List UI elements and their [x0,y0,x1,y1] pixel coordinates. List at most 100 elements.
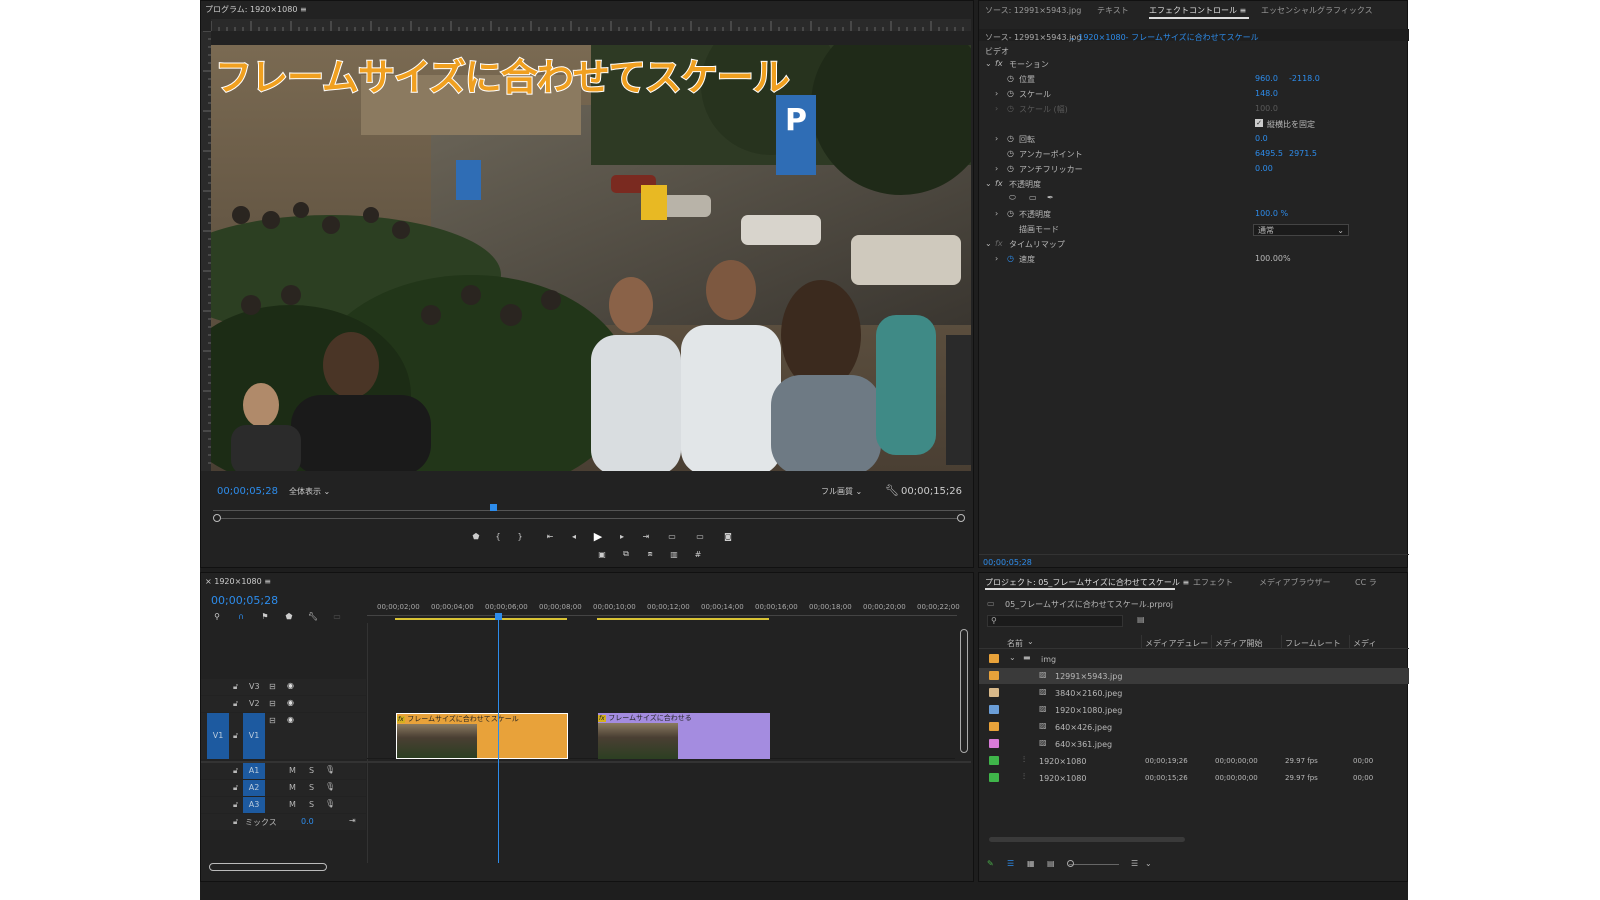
fit-dropdown[interactable]: 全体表示 ⌄ [289,486,330,497]
zoom-slider[interactable] [1069,864,1119,865]
stopwatch-icon[interactable]: ◷ [1007,164,1014,173]
timeline-ruler[interactable]: 00;00;02;00 00;00;04;00 00;00;06;00 00;00;0… [367,601,960,623]
mix-volume-value[interactable]: 0.0 [301,817,314,826]
chevron-down-icon[interactable]: ⌄ [1145,859,1152,868]
stopwatch-icon[interactable]: ◷ [1007,149,1014,158]
list-item[interactable]: ▨ 12991×5943.jpg [979,668,1409,684]
mini-timeline[interactable] [213,504,965,522]
clip-fit-to-frame[interactable]: fx フレームサイズに合わせる [598,713,770,759]
stopwatch-icon[interactable]: ◷ [1007,74,1014,83]
track-target-a1[interactable]: A1 [243,763,265,779]
label-color[interactable] [989,722,999,731]
position-y-value[interactable]: -2118.0 [1289,74,1320,83]
ellipse-mask-icon[interactable]: ⬭ [1009,193,1016,203]
sequence-item[interactable]: ⫶ 1920×1080 00;00;15;26 00;00;00;00 29.97 fp… [979,770,1409,786]
step-forward-icon[interactable]: ▸ [615,529,629,543]
timeline-tab[interactable]: × 1920×1080 ≡ [205,577,271,586]
lock-icon[interactable]: 🔓︎ [233,682,238,692]
mute-button[interactable]: M [289,783,296,792]
label-color[interactable] [989,773,999,782]
mini-playhead[interactable] [490,504,497,511]
in-point-icon[interactable]: { [491,529,505,543]
eye-icon[interactable]: ◉ [287,698,294,707]
sort-chevron-icon[interactable]: ⌄ [1027,637,1034,646]
label-color[interactable] [989,705,999,714]
column-media-start[interactable]: メディア開始 [1215,638,1262,649]
program-timecode[interactable]: 00;00;05;28 [217,486,278,497]
play-icon[interactable]: ▶ [591,529,605,543]
stopwatch-icon[interactable]: ◷ [1007,254,1014,263]
column-frame-rate[interactable]: フレームレート [1285,638,1341,649]
solo-button[interactable]: S [309,800,314,809]
wrench-icon[interactable]: 🔧︎ [307,609,319,623]
lock-icon[interactable]: 🔓︎ [233,699,238,709]
rectangle-mask-icon[interactable]: ▭ [1029,193,1037,202]
work-area-bar[interactable] [597,618,769,620]
lock-icon[interactable]: 🔓︎ [233,817,238,827]
go-to-in-icon[interactable]: ⇤ [543,529,557,543]
new-search-bin-icon[interactable]: ▤ [1137,615,1145,624]
lift-icon[interactable]: ⧉ [619,547,633,561]
source-patch-v1[interactable]: V1 [207,713,229,759]
playhead-handle[interactable] [495,613,502,620]
sync-lock-icon[interactable]: ⊟ [269,699,276,708]
lock-icon[interactable]: 🔓︎ [233,800,238,810]
go-to-end-icon[interactable]: ⇥ [349,816,356,825]
tab-text[interactable]: テキスト [1097,5,1129,16]
sequence-item[interactable]: ⫶ 1920×1080 00;00;19;26 00;00;00;00 29.97 fp… [979,753,1409,769]
list-item[interactable]: ▨ 3840×2160.jpeg [979,685,1409,701]
out-point-icon[interactable]: } [513,529,527,543]
solo-button[interactable]: S [309,783,314,792]
stopwatch-icon[interactable]: ◷ [1007,89,1014,98]
label-color[interactable] [989,756,999,765]
lock-icon[interactable]: 🔓︎ [233,783,238,793]
stopwatch-icon[interactable]: ◷ [1007,134,1014,143]
timeline-timecode[interactable]: 00;00;05;28 [211,594,278,607]
pencil-icon[interactable]: ✎ [987,859,994,868]
linked-selection-icon[interactable]: ⚑ [259,609,271,623]
icon-view-icon[interactable]: ▦ [1027,859,1035,868]
tab-media-browser[interactable]: メディアブラウザー [1259,577,1330,588]
blend-mode-dropdown[interactable]: 通常 ⌄ [1253,224,1349,236]
freeform-view-icon[interactable]: ▤ [1047,859,1055,868]
microphone-icon[interactable]: 🎙︎ [325,799,335,808]
list-item[interactable]: ▨ 640×426.jpeg [979,719,1409,735]
export-frame-icon[interactable]: ◙ [721,529,735,543]
list-view-icon[interactable]: ☰ [1007,859,1014,868]
mute-button[interactable]: M [289,766,296,775]
vertical-scrollbar[interactable] [960,629,968,753]
column-name[interactable]: 名前 [1007,638,1023,649]
nest-icon[interactable]: ⚲ [211,609,223,623]
marker-icon[interactable]: ⬟ [469,529,483,543]
solo-button[interactable]: S [309,766,314,775]
sync-lock-icon[interactable]: ⊟ [269,716,276,725]
list-item[interactable]: ▨ 1920×1080.jpeg [979,702,1409,718]
list-item[interactable]: ▨ 640×361.jpeg [979,736,1409,752]
snap-icon[interactable]: ∩ [235,609,247,623]
lock-icon[interactable]: 🔓︎ [233,731,238,741]
label-color[interactable] [989,671,999,680]
sync-lock-icon[interactable]: ⊟ [269,682,276,691]
grid-icon[interactable]: # [691,547,705,561]
sort-icon[interactable]: ☰ [1131,859,1138,868]
label-color[interactable] [989,688,999,697]
wrench-icon[interactable]: 🔧︎ [885,484,899,497]
safe-margins-icon[interactable]: ▣ [595,547,609,561]
clip-scale-to-frame[interactable]: fx フレームサイズに合わせてスケール [396,713,568,759]
eye-icon[interactable]: ◉ [287,715,294,724]
tab-effect-controls[interactable]: エフェクトコントロール ≡ [1149,5,1246,16]
close-icon[interactable]: × [205,577,214,586]
list-item[interactable]: ⌄ ▬ img [979,651,1409,667]
disclosure-chevron-icon[interactable]: ⌄ [1009,653,1016,662]
playhead[interactable] [498,615,499,863]
tab-source[interactable]: ソース: 12991×5943.jpg [985,5,1081,16]
extract-icon[interactable]: ⧈ [643,547,657,561]
horizontal-scrollbar[interactable] [209,863,327,871]
add-marker-icon[interactable]: ⬟ [283,609,295,623]
step-back-icon[interactable]: ◂ [567,529,581,543]
work-area-bar[interactable] [395,618,567,620]
zoom-slider-handle[interactable] [1067,860,1074,867]
microphone-icon[interactable]: 🎙︎ [325,782,335,791]
go-to-out-icon[interactable]: ⇥ [639,529,653,543]
label-color[interactable] [989,739,999,748]
